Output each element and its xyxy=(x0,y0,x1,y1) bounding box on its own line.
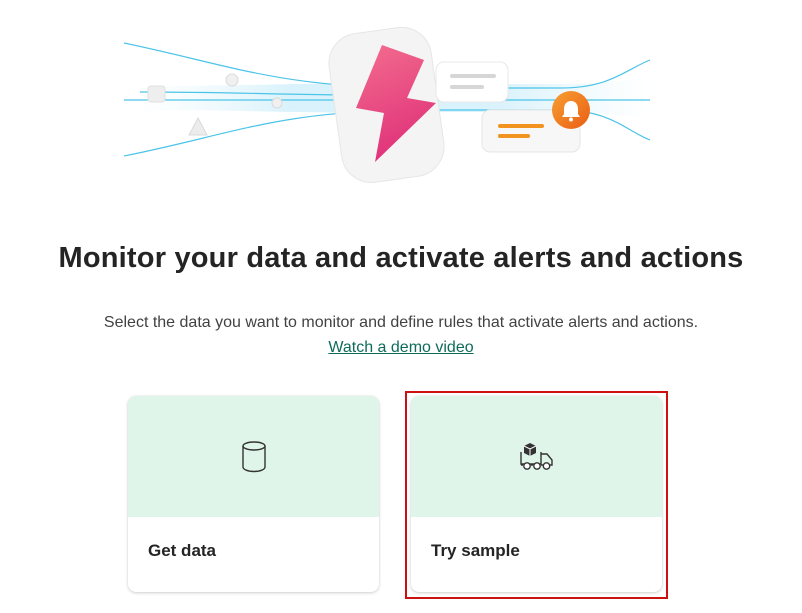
circle-shape xyxy=(225,73,239,87)
get-data-label: Get data xyxy=(148,541,217,560)
try-sample-card-banner xyxy=(411,396,662,517)
delivery-truck-icon xyxy=(519,442,553,470)
circle-shape-small xyxy=(271,97,283,109)
get-data-card-banner xyxy=(128,396,379,517)
try-sample-label: Try sample xyxy=(431,541,520,560)
hero-illustration xyxy=(123,26,651,183)
watch-demo-link[interactable]: Watch a demo video xyxy=(328,339,473,356)
square-shape xyxy=(147,85,166,103)
try-sample-card[interactable]: Try sample xyxy=(411,396,662,592)
demo-link-row: Watch a demo video xyxy=(0,339,802,357)
message-card-icon xyxy=(435,61,509,103)
database-icon xyxy=(241,440,266,472)
get-data-card[interactable]: Get data xyxy=(128,396,379,592)
page-subtitle: Select the data you want to monitor and … xyxy=(103,314,699,331)
page-title: Monitor your data and activate alerts an… xyxy=(58,242,744,274)
triangle-shape xyxy=(188,116,208,136)
